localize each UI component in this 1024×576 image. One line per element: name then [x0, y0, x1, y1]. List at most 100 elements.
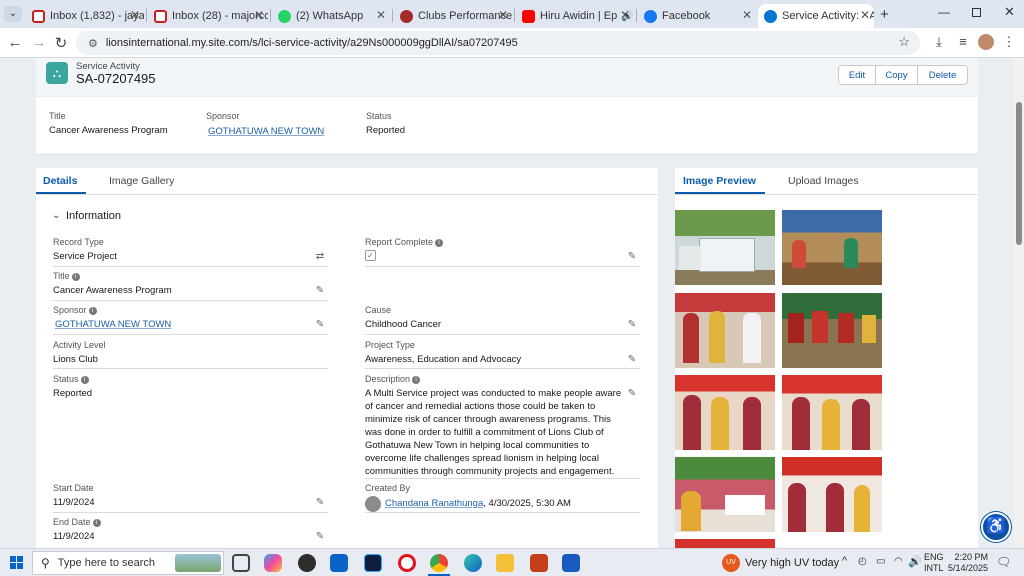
opera-icon[interactable]	[398, 554, 416, 572]
report-complete-checkbox[interactable]: ✓	[365, 250, 376, 261]
chevron-down-icon[interactable]: ⌄	[52, 210, 60, 221]
minimize-icon[interactable]: —	[938, 5, 950, 19]
show-hidden-icons-chevron-icon[interactable]: ^	[842, 555, 847, 567]
media-control-icon[interactable]: ≡	[954, 34, 972, 49]
copy-button[interactable]: Copy	[875, 65, 918, 85]
creator-link[interactable]: Chandana Ranathunga	[385, 498, 483, 509]
sponsor-link[interactable]: GOTHATUWA NEW TOWN	[55, 319, 171, 330]
sponsor-label: Sponsor i	[53, 305, 97, 315]
browser-tab-gmail-1[interactable]: Inbox (1,832) - jayan ✕	[26, 4, 144, 28]
info-icon[interactable]: i	[71, 273, 80, 281]
file-explorer-icon[interactable]	[496, 554, 514, 572]
maximize-icon[interactable]	[972, 8, 981, 17]
windows-start-icon[interactable]	[10, 556, 23, 569]
tab-search-chevron-icon[interactable]: ⌄	[4, 6, 22, 22]
gallery-thumbnail-presentation[interactable]	[675, 293, 775, 368]
reload-icon[interactable]: ↻	[52, 34, 70, 52]
powerpoint-icon[interactable]	[530, 554, 548, 572]
browser-tab-whatsapp[interactable]: (2) WhatsApp ✕	[272, 4, 390, 28]
accessibility-icon[interactable]: ♿	[981, 512, 1011, 542]
info-icon[interactable]: i	[412, 376, 421, 384]
edit-pencil-icon[interactable]: ✎	[626, 251, 638, 263]
close-icon[interactable]: ✕	[859, 8, 870, 22]
word-icon[interactable]	[562, 554, 580, 572]
cause-label: Cause	[365, 305, 392, 315]
gallery-thumbnail-handover-1[interactable]	[675, 375, 775, 450]
gallery-thumbnail-screening-2[interactable]	[782, 457, 882, 532]
created-date: , 4/30/2025, 5:30 AM	[483, 498, 571, 509]
volume-icon[interactable]: 🔊	[908, 555, 922, 568]
delete-button[interactable]: Delete	[917, 65, 968, 85]
edit-pencil-icon[interactable]: ✎	[314, 319, 326, 331]
gallery-thumbnail-handover-2[interactable]	[782, 375, 882, 450]
copilot-icon[interactable]	[264, 554, 282, 572]
gallery-thumbnail-screening-1[interactable]	[675, 457, 775, 532]
browser-tab-gmail-2[interactable]: Inbox (28) - majorco ✕	[148, 4, 268, 28]
address-bar[interactable]: ⚙ lionsinternational.my.site.com/s/lci-s…	[76, 31, 920, 55]
close-icon[interactable]: ✕	[130, 8, 140, 22]
info-icon[interactable]: i	[88, 307, 97, 315]
window-close-icon[interactable]: ✕	[1004, 4, 1015, 20]
uv-weather-icon[interactable]: UV	[722, 554, 740, 572]
tab-image-preview[interactable]: Image Preview	[683, 175, 756, 187]
browser-tab-youtube[interactable]: Hiru Awidin | Ep 🔊 ✕	[516, 4, 634, 28]
record-header: ⛬ Service Activity SA-07207495 Edit Copy…	[36, 58, 978, 96]
info-icon[interactable]: i	[92, 519, 101, 527]
close-icon[interactable]: ✕	[620, 8, 630, 22]
download-icon[interactable]: ⤓	[930, 34, 948, 50]
clock[interactable]: 2:20 PM 5/14/2025	[948, 552, 988, 574]
info-icon[interactable]: i	[80, 376, 89, 384]
browser-tab-facebook[interactable]: Facebook ✕	[638, 4, 756, 28]
tab-divider	[675, 194, 978, 195]
wifi-icon[interactable]: ◠	[894, 556, 903, 567]
tab-image-gallery[interactable]: Image Gallery	[109, 175, 174, 187]
bookmark-star-icon[interactable]: ☆	[898, 34, 910, 50]
more-menu-icon[interactable]: ⋮	[1000, 34, 1018, 50]
edit-pencil-icon[interactable]: ✎	[626, 354, 638, 366]
close-icon[interactable]: ✕	[376, 8, 386, 22]
page-scrollbar[interactable]	[1014, 58, 1024, 548]
taskbar-search-box[interactable]: ⚲ Type here to search	[32, 551, 224, 575]
end-date-value: 11/9/2024	[53, 531, 95, 542]
task-view-icon[interactable]	[232, 554, 250, 572]
gallery-thumbnail-vehicle[interactable]	[675, 210, 775, 285]
gallery-thumbnail-partial[interactable]	[675, 539, 775, 548]
profile-avatar[interactable]	[978, 34, 994, 50]
battery-icon[interactable]: ▭	[876, 556, 885, 567]
tab-upload-images[interactable]: Upload Images	[788, 175, 859, 187]
language-indicator[interactable]: ENG INTL	[924, 552, 944, 574]
tab-title: Facebook	[662, 10, 711, 22]
edit-button[interactable]: Edit	[838, 65, 876, 85]
new-tab-button[interactable]: +	[880, 6, 889, 23]
browser-tab-service-activity[interactable]: Service Activity: SA-0 ✕	[758, 4, 874, 28]
edge-icon[interactable]	[464, 554, 482, 572]
edit-pencil-icon[interactable]: ✎	[314, 285, 326, 297]
info-icon[interactable]: i	[435, 239, 444, 247]
network-icon[interactable]: ◴	[858, 556, 867, 567]
outlook-icon[interactable]	[330, 554, 348, 572]
close-icon[interactable]: ✕	[498, 8, 508, 22]
edit-pencil-icon[interactable]: ✎	[626, 388, 638, 400]
back-arrow-icon[interactable]: ←	[6, 34, 24, 51]
chrome-icon[interactable]	[430, 554, 448, 572]
highlight-sponsor-link[interactable]: GOTHATUWA NEW TOWN	[208, 126, 324, 137]
weather-text[interactable]: Very high UV today	[745, 557, 839, 569]
tab-details[interactable]: Details	[43, 175, 77, 187]
edit-pencil-icon[interactable]: ✎	[314, 497, 326, 509]
highlight-status-value: Reported	[366, 125, 406, 136]
gallery-thumbnail-banners[interactable]	[782, 293, 882, 368]
section-information-title[interactable]: Information	[66, 210, 121, 222]
change-record-type-icon[interactable]: ⇄	[314, 251, 326, 263]
forward-arrow-icon[interactable]: →	[30, 34, 48, 51]
edit-pencil-icon[interactable]: ✎	[314, 531, 326, 543]
scrollbar-thumb[interactable]	[1016, 102, 1022, 245]
notifications-icon[interactable]: 🗨	[996, 555, 1011, 569]
photoshop-icon[interactable]	[364, 554, 382, 572]
browser-tab-clubs-performance[interactable]: Clubs Performance E ✕	[394, 4, 512, 28]
edit-pencil-icon[interactable]: ✎	[626, 319, 638, 331]
site-info-icon[interactable]: ⚙	[88, 37, 98, 50]
gallery-thumbnail-gathering[interactable]	[782, 210, 882, 285]
close-icon[interactable]: ✕	[254, 8, 264, 22]
dell-icon[interactable]	[298, 554, 316, 572]
close-icon[interactable]: ✕	[742, 8, 752, 22]
